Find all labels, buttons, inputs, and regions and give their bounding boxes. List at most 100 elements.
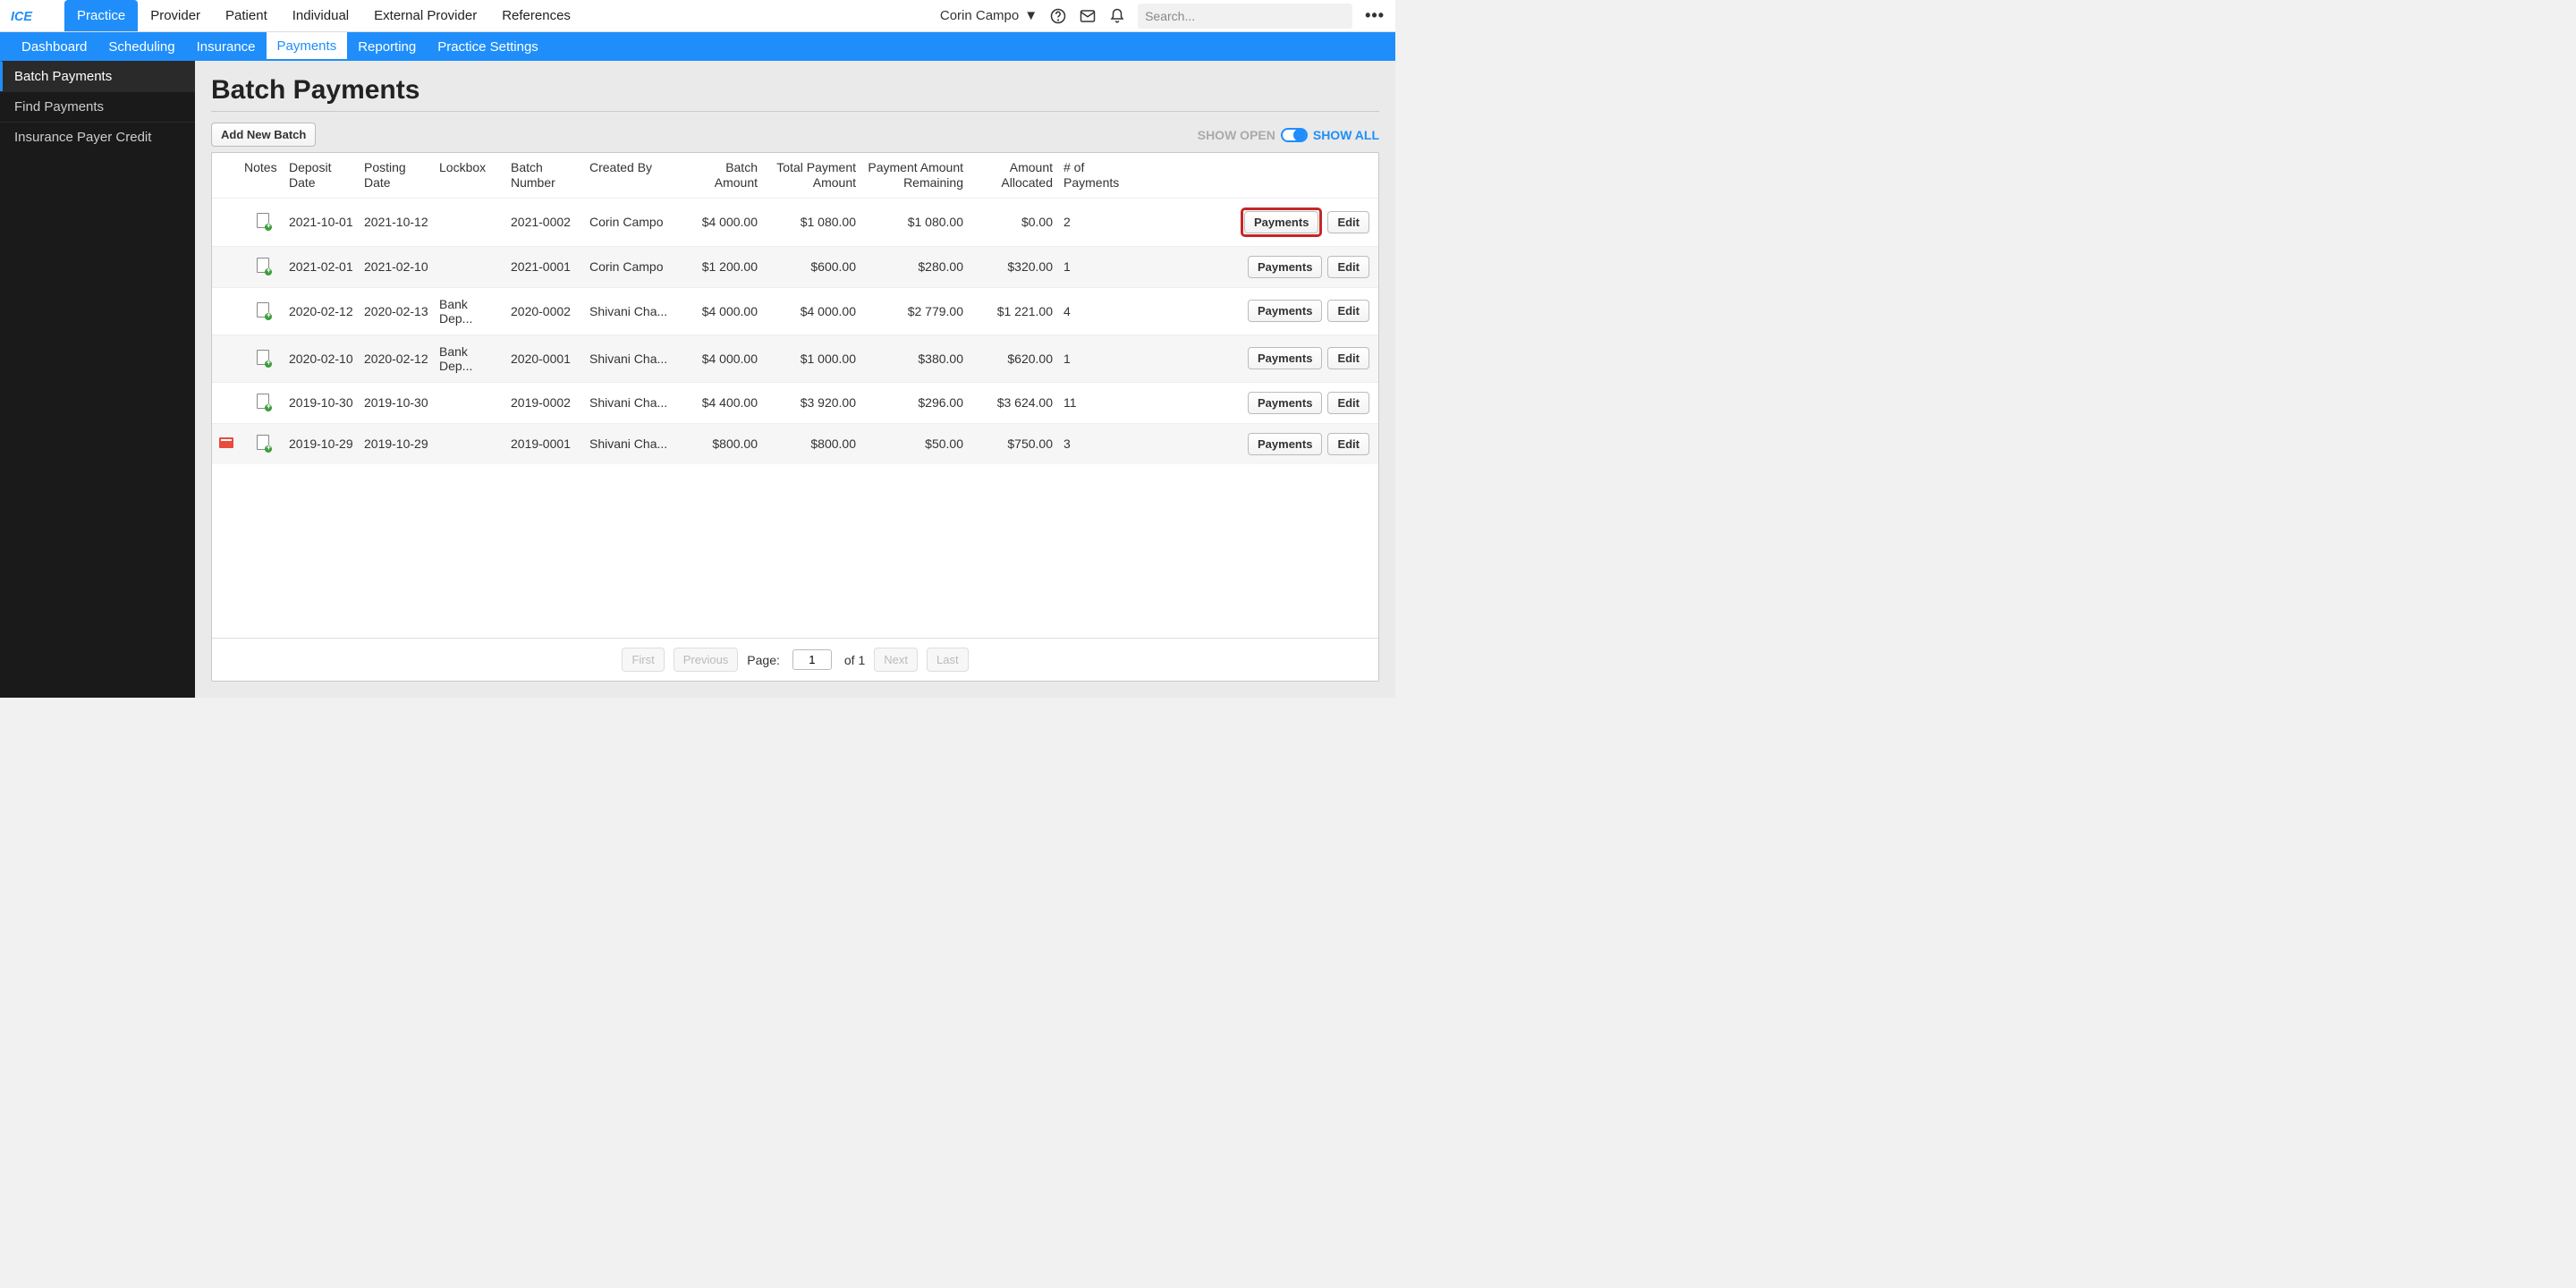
bell-icon[interactable] <box>1109 8 1125 24</box>
batch-number-cell: 2021-0002 <box>507 198 586 246</box>
edit-button[interactable]: Edit <box>1327 211 1369 233</box>
attachment-cell <box>212 382 241 423</box>
edit-button[interactable]: Edit <box>1327 256 1369 278</box>
edit-button[interactable]: Edit <box>1327 392 1369 414</box>
payments-button[interactable]: Payments <box>1248 300 1322 322</box>
subnav-item-insurance[interactable]: Insurance <box>186 32 267 61</box>
user-menu[interactable]: Corin Campo ▼ <box>940 8 1038 23</box>
pager-previous-button[interactable]: Previous <box>674 648 739 672</box>
edit-button[interactable]: Edit <box>1327 347 1369 369</box>
pager-first-button[interactable]: First <box>622 648 664 672</box>
note-add-icon[interactable]: + <box>257 213 269 228</box>
batch-amount-cell: $4 000.00 <box>684 198 765 246</box>
total-payment-cell: $800.00 <box>765 423 863 464</box>
payments-count-cell: 1 <box>1060 246 1131 287</box>
deposit-date-cell: 2020-02-12 <box>285 287 360 335</box>
pager-next-button[interactable]: Next <box>874 648 918 672</box>
mail-icon[interactable] <box>1079 8 1097 24</box>
toggle-group: SHOW OPEN SHOW ALL <box>1198 128 1379 142</box>
topnav-item-patient[interactable]: Patient <box>213 0 280 31</box>
deposit-date-cell: 2021-10-01 <box>285 198 360 246</box>
allocated-cell: $750.00 <box>970 423 1060 464</box>
table-row: +2021-10-012021-10-12 2021-0002Corin Camp… <box>212 198 1378 246</box>
note-add-icon[interactable]: + <box>257 258 269 273</box>
payments-button[interactable]: Payments <box>1248 347 1322 369</box>
note-add-icon[interactable]: + <box>257 394 269 409</box>
more-menu-icon[interactable]: ••• <box>1365 6 1385 25</box>
edit-button[interactable]: Edit <box>1327 433 1369 455</box>
payments-button[interactable]: Payments <box>1248 433 1322 455</box>
topnav-item-provider[interactable]: Provider <box>138 0 213 31</box>
pager-of-text: of 1 <box>844 653 865 667</box>
payments-count-cell: 2 <box>1060 198 1131 246</box>
total-payment-cell: $1 000.00 <box>765 335 863 382</box>
subnav-item-practice-settings[interactable]: Practice Settings <box>427 32 549 61</box>
divider <box>211 111 1379 112</box>
actions-cell: PaymentsEdit <box>1131 423 1378 464</box>
topnav: PracticeProviderPatientIndividualExterna… <box>64 0 583 31</box>
posting-date-cell: 2019-10-29 <box>360 423 436 464</box>
add-new-batch-button[interactable]: Add New Batch <box>211 123 316 147</box>
page-title: Batch Payments <box>211 75 1379 106</box>
notes-cell: + <box>241 382 285 423</box>
column-header: Total Payment Amount <box>765 153 863 198</box>
attachment-cell <box>212 246 241 287</box>
subnav-item-reporting[interactable]: Reporting <box>347 32 427 61</box>
batch-number-cell: 2019-0001 <box>507 423 586 464</box>
pager: First Previous Page: of 1 Next Last <box>212 638 1378 681</box>
sidebar-item-insurance-payer-credit[interactable]: Insurance Payer Credit <box>0 122 195 152</box>
lockbox-cell <box>436 246 507 287</box>
total-payment-cell: $600.00 <box>765 246 863 287</box>
table-row: +2020-02-122020-02-13Bank Dep...2020-000… <box>212 287 1378 335</box>
topbar: ICE PracticeProviderPatientIndividualExt… <box>0 0 1395 32</box>
posting-date-cell: 2020-02-12 <box>360 335 436 382</box>
batch-number-cell: 2019-0002 <box>507 382 586 423</box>
topnav-item-external-provider[interactable]: External Provider <box>361 0 489 31</box>
subnav-item-scheduling[interactable]: Scheduling <box>97 32 185 61</box>
sidebar-item-find-payments[interactable]: Find Payments <box>0 91 195 122</box>
payments-button[interactable]: Payments <box>1248 256 1322 278</box>
note-add-icon[interactable]: + <box>257 350 269 365</box>
subnav-item-dashboard[interactable]: Dashboard <box>11 32 97 61</box>
content: Batch Payments Add New Batch SHOW OPEN S… <box>195 61 1395 698</box>
created-by-cell: Corin Campo <box>586 198 684 246</box>
pager-last-button[interactable]: Last <box>927 648 969 672</box>
edit-button[interactable]: Edit <box>1327 300 1369 322</box>
pdf-icon[interactable] <box>219 437 233 448</box>
notes-cell: + <box>241 423 285 464</box>
notes-cell: + <box>241 198 285 246</box>
sidebar-item-batch-payments[interactable]: Batch Payments <box>0 61 195 91</box>
batch-number-cell: 2021-0001 <box>507 246 586 287</box>
note-add-icon[interactable]: + <box>257 302 269 318</box>
allocated-cell: $620.00 <box>970 335 1060 382</box>
subnav-item-payments[interactable]: Payments <box>267 32 348 61</box>
posting-date-cell: 2019-10-30 <box>360 382 436 423</box>
highlighted-payments-button: Payments <box>1241 208 1322 237</box>
subnav: DashboardSchedulingInsurancePaymentsRepo… <box>0 32 1395 61</box>
actions-cell: PaymentsEdit <box>1131 246 1378 287</box>
topnav-item-references[interactable]: References <box>489 0 583 31</box>
note-add-icon[interactable]: + <box>257 435 269 450</box>
topnav-item-practice[interactable]: Practice <box>64 0 138 31</box>
column-header: Created By <box>586 153 684 198</box>
topnav-item-individual[interactable]: Individual <box>280 0 361 31</box>
show-all-toggle[interactable] <box>1281 128 1308 142</box>
payments-count-cell: 1 <box>1060 335 1131 382</box>
search-input[interactable] <box>1138 4 1352 29</box>
column-header: Batch Number <box>507 153 586 198</box>
posting-date-cell: 2021-10-12 <box>360 198 436 246</box>
payments-button[interactable]: Payments <box>1244 211 1318 233</box>
lockbox-cell: Bank Dep... <box>436 335 507 382</box>
created-by-cell: Corin Campo <box>586 246 684 287</box>
payments-button[interactable]: Payments <box>1248 392 1322 414</box>
batch-amount-cell: $800.00 <box>684 423 765 464</box>
pager-page-input[interactable] <box>792 649 832 670</box>
notes-cell: + <box>241 246 285 287</box>
total-payment-cell: $3 920.00 <box>765 382 863 423</box>
help-icon[interactable] <box>1050 8 1066 24</box>
allocated-cell: $1 221.00 <box>970 287 1060 335</box>
batch-number-cell: 2020-0002 <box>507 287 586 335</box>
deposit-date-cell: 2021-02-01 <box>285 246 360 287</box>
remaining-cell: $1 080.00 <box>863 198 970 246</box>
attachment-cell <box>212 335 241 382</box>
